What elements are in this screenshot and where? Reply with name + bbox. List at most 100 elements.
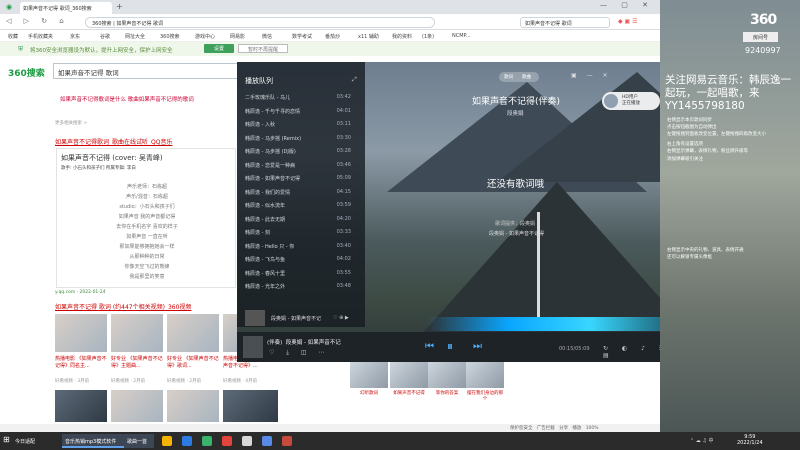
folder-icon[interactable] [162, 436, 172, 446]
bookmark-item[interactable]: 360搜索 [160, 33, 180, 40]
next-button[interactable]: ⏭ [473, 341, 482, 352]
bookmark-item[interactable]: 收藏 [8, 33, 18, 40]
mode-lyrics[interactable]: 歌词 [504, 74, 513, 80]
avatar[interactable] [604, 94, 618, 108]
tray-icons[interactable]: ⌃ ☁ ♫ 中 [690, 437, 713, 444]
lyrics-header: 如果声音不记得 (cover: 吴青峰) [61, 154, 163, 162]
related-card-label[interactable]: 如果声音不记得 [389, 390, 429, 396]
playlist-item-duration: 03:33 [336, 229, 351, 235]
playlist-item[interactable]: 韩辰逸 - 入秋 03:11 [245, 121, 357, 128]
playlist-item[interactable]: 韩辰逸 - 春风十里 03:55 [245, 270, 357, 277]
pause-button[interactable]: ⏸ [447, 339, 453, 354]
bookmark-item[interactable]: 网址大全 [125, 33, 145, 40]
previous-button[interactable]: ⏮ [425, 341, 434, 352]
playlist-item[interactable]: 韩辰逸 - 刻 03:33 [245, 229, 357, 236]
album-thumb[interactable] [245, 310, 265, 326]
mini-controls[interactable]: ♡ ⊕ ▶ [333, 315, 349, 321]
app-icon[interactable] [282, 436, 292, 446]
mode-toggle[interactable]: 歌词 歌曲 [499, 72, 539, 82]
playlist-item[interactable]: 韩辰逸 - 马步摇 (DJ版) 03:28 [245, 148, 357, 155]
video-thumbnail[interactable] [111, 314, 163, 352]
playlist-item[interactable]: 韩辰逸 - 我们的爱情 04:15 [245, 189, 357, 196]
song-artist[interactable]: 段奥娟 [507, 109, 524, 117]
status-item[interactable]: 广告拦截 [537, 426, 555, 431]
mode-song[interactable]: 歌曲 [522, 74, 531, 80]
search-logo[interactable]: 360搜索 [8, 66, 45, 79]
video-thumbnail[interactable] [167, 390, 219, 422]
video-thumbnail[interactable] [167, 314, 219, 352]
related-card-image[interactable] [390, 362, 428, 388]
new-tab-icon[interactable]: + [116, 2, 123, 11]
bookmark-item[interactable]: NCMP... [452, 33, 471, 39]
playlist-item-title: 韩辰逸 - 马步摇 (Remix) [245, 135, 302, 142]
video-thumbnail[interactable] [55, 314, 107, 352]
playlist-item[interactable]: 韩辰逸 - 飞鸟与鱼 04:02 [245, 256, 357, 263]
app-icon[interactable] [242, 436, 252, 446]
video-result-title[interactable]: 如果声音不记得 歌词 (约447个相关视频)_360视频 [55, 302, 191, 311]
playlist-item[interactable]: 韩辰逸 - 千与千寻的恋情 04:01 [245, 108, 357, 115]
bookmark-item[interactable]: 番茄炒 [325, 33, 340, 40]
result-title[interactable]: 如果声音不记得歌词_歌曲在线试听_QQ音乐 [55, 137, 172, 146]
bookmark-item[interactable]: 游戏中心 [195, 33, 215, 40]
video-thumbnail[interactable] [111, 390, 163, 422]
collapse-icon[interactable]: ⤢ [352, 76, 357, 84]
playlist-item[interactable]: 二手玫瑰乐队 - 乌儿 03:42 [245, 94, 357, 101]
bookmark-item[interactable]: (1条) [422, 33, 434, 40]
taskbar-weather[interactable]: 今日适配 [12, 434, 38, 448]
related-searches[interactable]: 如果声音不记得歌词是什么 歌曲如果声音不记得的歌词 [60, 95, 194, 103]
browser-logo-icon[interactable]: ◉ [6, 3, 12, 11]
window-controls[interactable]: — ▢ ✕ [600, 1, 654, 9]
status-item[interactable]: 播放 [572, 426, 581, 431]
nav-icons[interactable]: ◁ ▷ ↻ ⌂ [6, 17, 69, 25]
related-card-image[interactable] [428, 362, 466, 388]
bookmark-item[interactable]: 数学考试 [292, 33, 312, 40]
related-card-label[interactable]: 摆在我们身边的那个 [465, 390, 505, 402]
playlist-item[interactable]: 韩辰逸 - 马步摇 (Remix) 03:30 [245, 135, 357, 142]
related-card-label[interactable]: 幻听歌词 [349, 390, 389, 396]
tab-active[interactable]: 如果声音不记得 歌词_360搜索 [20, 2, 112, 14]
album-art[interactable] [243, 336, 263, 358]
playlist-item-duration: 03:48 [336, 283, 351, 289]
edge-icon[interactable] [182, 436, 192, 446]
video-caption[interactable]: 热播电影 《如果声音不记得》同名主... [55, 356, 107, 370]
video-caption[interactable]: 好专业 《如果声音不记得》歌词... [167, 356, 219, 370]
status-item[interactable]: 分享 [559, 426, 568, 431]
browser-icon[interactable] [262, 436, 272, 446]
more-related-link[interactable]: 更多相关搜索 > [55, 120, 87, 126]
bookmark-item[interactable]: 京东 [70, 33, 80, 40]
zoom-level[interactable]: 100% [586, 426, 599, 431]
bookmark-item[interactable]: 微信 [262, 33, 272, 40]
taskbar-app[interactable]: 歌曲一首 [124, 434, 154, 448]
playlist-item[interactable]: 韩辰逸 - 似水流年 03:59 [245, 202, 357, 209]
dismiss-notice-button[interactable]: 暂时不再提醒 [238, 44, 288, 53]
related-card-label[interactable]: 等你的答案 [427, 390, 467, 396]
address-input[interactable]: 360搜索 | 如果声音不记得 歌词 [85, 17, 435, 28]
related-card-image[interactable] [350, 362, 388, 388]
app-icon[interactable] [202, 436, 212, 446]
status-item[interactable]: 保护您安全 [510, 426, 533, 431]
bookmark-item[interactable]: 我的资料 [392, 33, 412, 40]
playlist-item[interactable]: 韩辰逸 - 恋爱是一种病 03:46 [245, 162, 357, 169]
bookmark-item[interactable]: 手机收藏夹 [28, 33, 53, 40]
video-caption[interactable]: 好专业 《如果声音不记得》主题曲... [111, 356, 163, 370]
playlist-item[interactable]: 韩辰逸 - Hello 只 - 你 03:40 [245, 243, 357, 250]
playlist-item[interactable]: 韩辰逸 - 如果声音不记得 05:09 [245, 175, 357, 182]
set-default-button[interactable]: 设置 [204, 44, 234, 53]
playlist-item[interactable]: 韩辰逸 - 此去无期 04:20 [245, 216, 357, 223]
playlist-item[interactable]: 韩辰逸 - 光年之外 03:48 [245, 283, 357, 290]
action-icons[interactable]: ♡ ⤓ ◫ ⋯ [269, 349, 329, 357]
bookmark-item[interactable]: 谷歌 [100, 33, 110, 40]
start-icon[interactable]: ⊞ [3, 435, 10, 444]
toolbar-icons[interactable]: ◆ ▣ ☰ [618, 18, 637, 25]
video-thumbnail[interactable] [55, 390, 107, 422]
bookmark-item[interactable]: x11 辅助 [358, 33, 379, 40]
player-window-controls[interactable]: ▣ — ✕ [571, 72, 612, 79]
video-thumbnail[interactable] [223, 390, 278, 422]
browser-search-input[interactable]: 如果声音不记得 歌词 [520, 17, 610, 28]
clock[interactable]: 9:59 2022/1/24 [737, 434, 763, 446]
related-card-image[interactable] [466, 362, 504, 388]
search-input[interactable]: 如果声音不记得 歌词 [53, 63, 243, 79]
playlist-item-duration: 03:11 [336, 121, 351, 127]
music-app-icon[interactable] [222, 436, 232, 446]
bookmark-item[interactable]: 网易影 [230, 33, 245, 40]
